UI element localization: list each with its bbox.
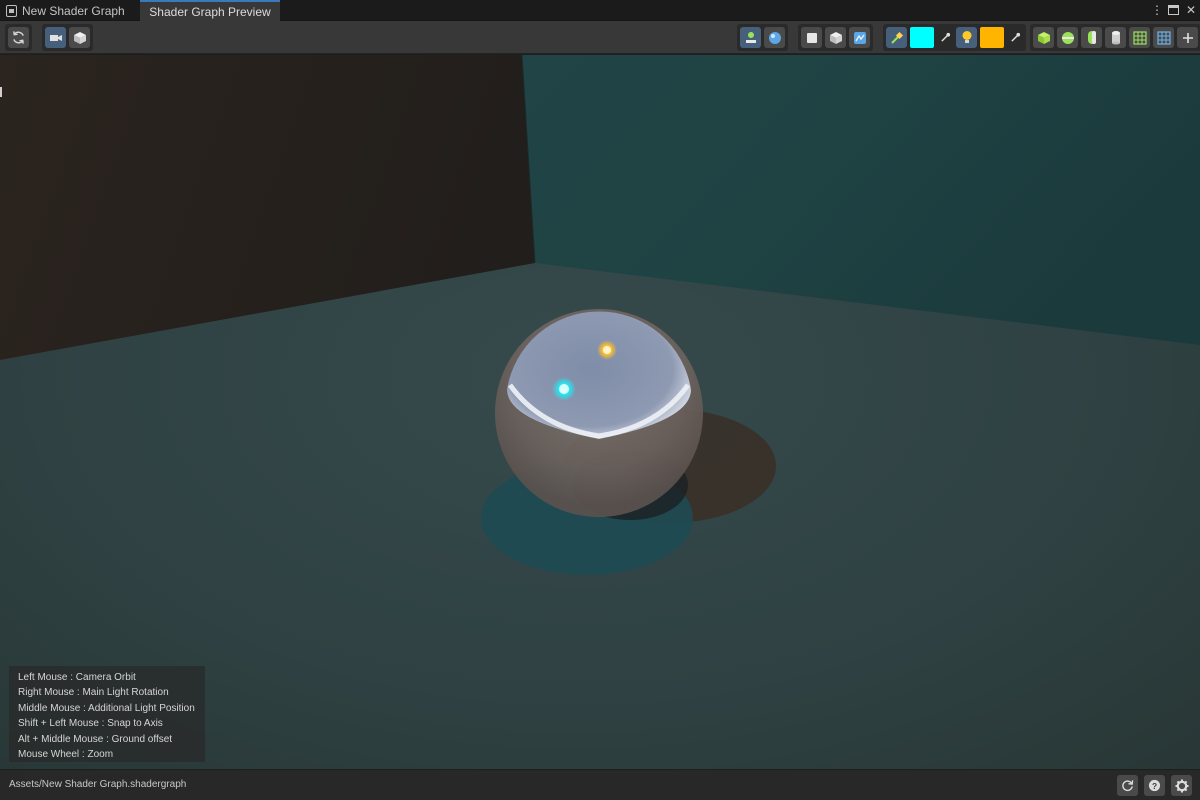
eyedropper-icon [1010,32,1020,42]
additional-light-icon [962,31,971,43]
reload-button[interactable] [1117,775,1138,796]
eyedropper-icon [940,32,950,42]
preview-viewport[interactable]: Left Mouse : Camera Orbit Right Mouse : … [0,55,1200,769]
hint-right-mouse: Right Mouse : Main Light Rotation [18,687,169,699]
tab-bar: New Shader Graph Shader Graph Preview ⋮ … [0,0,1200,21]
sphere-mesh-icon [1061,31,1074,44]
tab-label: New Shader Graph [22,3,125,18]
toolbar-group-lights [883,24,1026,51]
cube-view-button[interactable] [69,27,90,48]
hint-shift-left-mouse: Shift + Left Mouse : Snap to Axis [18,718,163,730]
hint-left-mouse: Left Mouse : Camera Orbit [18,672,136,683]
skybox-button[interactable] [849,27,870,48]
settings-button[interactable] [1171,775,1192,796]
gear-icon [1175,779,1188,792]
cylinder-mesh-button[interactable] [1105,27,1126,48]
cube-icon [829,31,842,44]
asset-path: Assets/New Shader Graph.shadergraph [9,779,187,790]
add-mesh-button[interactable] [1177,27,1198,48]
sphere-icon [768,31,781,44]
capsule-mesh-button[interactable] [1081,27,1102,48]
sphere-mesh-button[interactable] [1057,27,1078,48]
toolbar-group-meshes [1030,24,1200,51]
more-menu-icon[interactable]: ⋮ [1151,2,1163,18]
main-light-icon [890,31,903,44]
room-background-button[interactable] [825,27,846,48]
toolbar-group-lighting [737,24,788,51]
toolbar-group-refresh [5,24,32,51]
lit-mode-button[interactable] [740,27,761,48]
main-light-button[interactable] [886,27,907,48]
hint-middle-mouse: Middle Mouse : Additional Light Position [18,702,195,714]
controls-help-panel: Left Mouse : Camera Orbit Right Mouse : … [9,666,205,762]
plane-mesh-button[interactable] [1129,27,1150,48]
reflection-sphere-button[interactable] [764,27,785,48]
maximize-icon[interactable] [1168,5,1179,15]
capsule-mesh-icon [1087,31,1096,44]
preview-toolbar [0,21,1200,54]
cube-mesh-icon [1037,31,1050,44]
hint-alt-middle-mouse: Alt + Middle Mouse : Ground offset [18,733,173,745]
skybox-icon [853,31,866,44]
main-light-eyedropper[interactable] [937,27,953,48]
scene-render [0,55,1200,769]
help-button[interactable]: ? [1144,775,1165,796]
tab-new-shader-graph[interactable]: New Shader Graph [0,0,138,21]
resize-marker [0,87,2,97]
toolbar-group-background [798,24,873,51]
quad-mesh-button[interactable] [1153,27,1174,48]
toolbar-group-view [42,24,93,51]
plus-icon [1182,32,1193,43]
svg-text:?: ? [1152,781,1157,791]
lit-mode-icon [745,31,756,43]
cylinder-mesh-icon [1111,31,1120,45]
refresh-icon [13,31,24,44]
cube-icon [73,31,86,44]
hint-mouse-wheel: Mouse Wheel : Zoom [18,749,114,761]
camera-button[interactable] [45,27,66,48]
status-bar: Assets/New Shader Graph.shadergraph ? [0,769,1200,800]
additional-light-button[interactable] [956,27,977,48]
grid-icon [1132,30,1147,45]
tab-shader-graph-preview[interactable]: Shader Graph Preview [140,0,280,21]
solid-background-button[interactable] [801,27,822,48]
grid-blue-icon [1156,30,1171,45]
help-icon: ? [1148,779,1161,792]
main-light-color-swatch[interactable] [910,27,934,48]
additional-light-color-swatch[interactable] [980,27,1004,48]
additional-light-eyedropper[interactable] [1007,27,1023,48]
cube-mesh-button[interactable] [1033,27,1054,48]
refresh-button[interactable] [8,27,29,48]
tab-label: Shader Graph Preview [149,4,271,19]
camera-icon [49,34,62,41]
shader-graph-icon [6,4,17,17]
close-icon[interactable]: ✕ [1186,2,1196,18]
reload-icon [1122,780,1134,792]
square-icon [806,32,817,43]
